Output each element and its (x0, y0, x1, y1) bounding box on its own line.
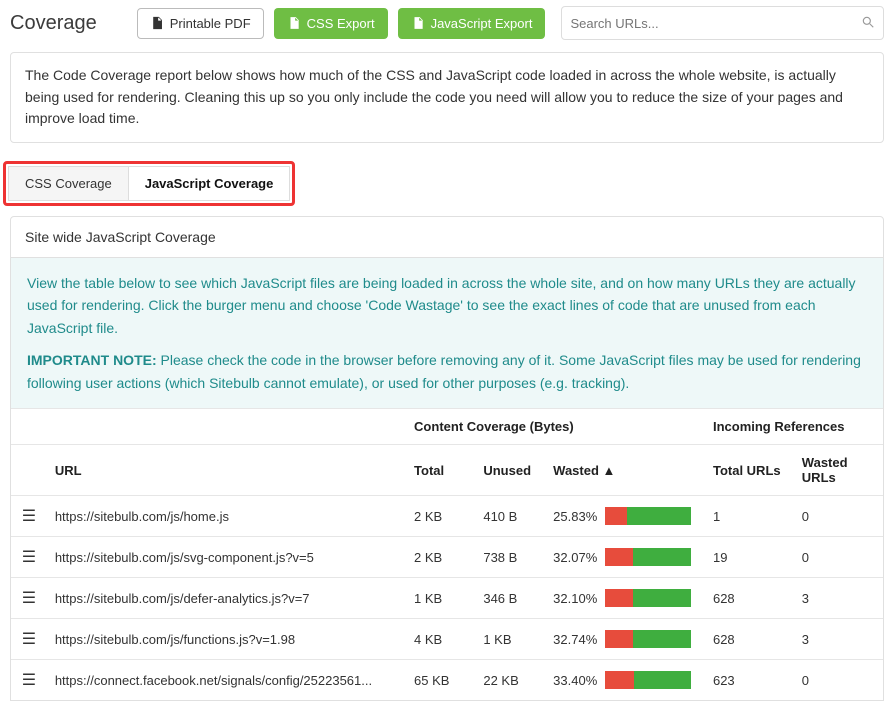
wasted-urls-cell: 3 (794, 619, 883, 660)
unused-cell: 410 B (475, 496, 545, 537)
wasted-cell: 32.07% (553, 548, 697, 566)
col-wasted[interactable]: Wasted ▲ (545, 445, 705, 496)
wasted-bar (605, 630, 691, 648)
wasted-urls-cell: 0 (794, 496, 883, 537)
wasted-cell: 25.83% (553, 507, 697, 525)
tab-js-coverage[interactable]: JavaScript Coverage (129, 166, 291, 201)
tab-css-coverage[interactable]: CSS Coverage (8, 166, 129, 201)
col-total[interactable]: Total (406, 445, 475, 496)
col-unused[interactable]: Unused (475, 445, 545, 496)
coverage-panel: Site wide JavaScript Coverage View the t… (10, 216, 884, 701)
wasted-cell: 32.74% (553, 630, 697, 648)
css-export-label: CSS Export (307, 16, 375, 31)
wasted-pct: 32.74% (553, 632, 597, 647)
panel-title: Site wide JavaScript Coverage (11, 217, 883, 258)
search-wrap[interactable] (561, 6, 884, 40)
table-row: ☰ https://sitebulb.com/js/home.js 2 KB410 … (11, 496, 883, 537)
url-cell[interactable]: https://sitebulb.com/js/home.js (55, 509, 398, 524)
coverage-table: Content Coverage (Bytes) Incoming Refere… (11, 408, 883, 700)
wasted-bar (605, 671, 691, 689)
url-cell[interactable]: https://connect.facebook.net/signals/con… (55, 673, 398, 688)
wasted-pct: 33.40% (553, 673, 597, 688)
unused-cell: 346 B (475, 578, 545, 619)
wasted-bar (605, 507, 691, 525)
unused-cell: 738 B (475, 537, 545, 578)
total-urls-cell: 1 (705, 496, 794, 537)
wasted-pct: 32.07% (553, 550, 597, 565)
info-paragraph-2: IMPORTANT NOTE: Please check the code in… (27, 349, 867, 394)
printable-pdf-button[interactable]: Printable PDF (137, 8, 264, 39)
css-export-button[interactable]: CSS Export (274, 8, 388, 39)
group-content-coverage: Content Coverage (Bytes) (406, 409, 705, 445)
burger-menu-icon[interactable]: ☰ (22, 508, 36, 525)
total-cell: 1 KB (406, 578, 475, 619)
important-note-label: IMPORTANT NOTE: (27, 352, 157, 368)
total-cell: 2 KB (406, 537, 475, 578)
js-export-button[interactable]: JavaScript Export (398, 8, 546, 39)
burger-menu-icon[interactable]: ☰ (22, 631, 36, 648)
wasted-cell: 33.40% (553, 671, 697, 689)
description-box: The Code Coverage report below shows how… (10, 52, 884, 143)
js-export-label: JavaScript Export (431, 16, 533, 31)
file-export-icon (287, 16, 301, 30)
file-export-icon (411, 16, 425, 30)
total-urls-cell: 19 (705, 537, 794, 578)
tabs-row: CSS Coverage JavaScript Coverage (8, 166, 290, 201)
col-url[interactable]: URL (47, 445, 406, 496)
table-row: ☰ https://sitebulb.com/js/defer-analytics… (11, 578, 883, 619)
total-urls-cell: 628 (705, 619, 794, 660)
tabs-highlight-box: CSS Coverage JavaScript Coverage (3, 161, 295, 206)
wasted-urls-cell: 3 (794, 578, 883, 619)
table-row: ☰ https://sitebulb.com/js/svg-component.j… (11, 537, 883, 578)
group-incoming-references: Incoming References (705, 409, 883, 445)
info-box: View the table below to see which JavaSc… (11, 258, 883, 408)
page-title: Coverage (10, 12, 97, 35)
table-row: ☰ https://connect.facebook.net/signals/co… (11, 660, 883, 701)
wasted-bar (605, 548, 691, 566)
top-bar: Coverage Printable PDF CSS Export JavaSc… (0, 0, 894, 46)
burger-menu-icon[interactable]: ☰ (22, 549, 36, 566)
unused-cell: 1 KB (475, 619, 545, 660)
file-icon (150, 16, 164, 30)
col-wasted-urls[interactable]: Wasted URLs (794, 445, 883, 496)
wasted-pct: 32.10% (553, 591, 597, 606)
wasted-pct: 25.83% (553, 509, 597, 524)
printable-pdf-label: Printable PDF (170, 16, 251, 31)
url-cell[interactable]: https://sitebulb.com/js/svg-component.js… (55, 550, 398, 565)
total-cell: 2 KB (406, 496, 475, 537)
burger-menu-icon[interactable]: ☰ (22, 590, 36, 607)
unused-cell: 22 KB (475, 660, 545, 701)
total-urls-cell: 623 (705, 660, 794, 701)
group-header-row: Content Coverage (Bytes) Incoming Refere… (11, 409, 883, 445)
table-row: ☰ https://sitebulb.com/js/functions.js?v=… (11, 619, 883, 660)
wasted-bar (605, 589, 691, 607)
url-cell[interactable]: https://sitebulb.com/js/functions.js?v=1… (55, 632, 398, 647)
info-paragraph-1: View the table below to see which JavaSc… (27, 272, 867, 339)
column-header-row: URL Total Unused Wasted ▲ Total URLs Was… (11, 445, 883, 496)
url-cell[interactable]: https://sitebulb.com/js/defer-analytics.… (55, 591, 398, 606)
search-input[interactable] (570, 16, 861, 31)
wasted-urls-cell: 0 (794, 537, 883, 578)
burger-menu-icon[interactable]: ☰ (22, 672, 36, 689)
total-urls-cell: 628 (705, 578, 794, 619)
total-cell: 4 KB (406, 619, 475, 660)
wasted-cell: 32.10% (553, 589, 697, 607)
col-total-urls[interactable]: Total URLs (705, 445, 794, 496)
wasted-urls-cell: 0 (794, 660, 883, 701)
total-cell: 65 KB (406, 660, 475, 701)
search-icon[interactable] (861, 15, 875, 32)
